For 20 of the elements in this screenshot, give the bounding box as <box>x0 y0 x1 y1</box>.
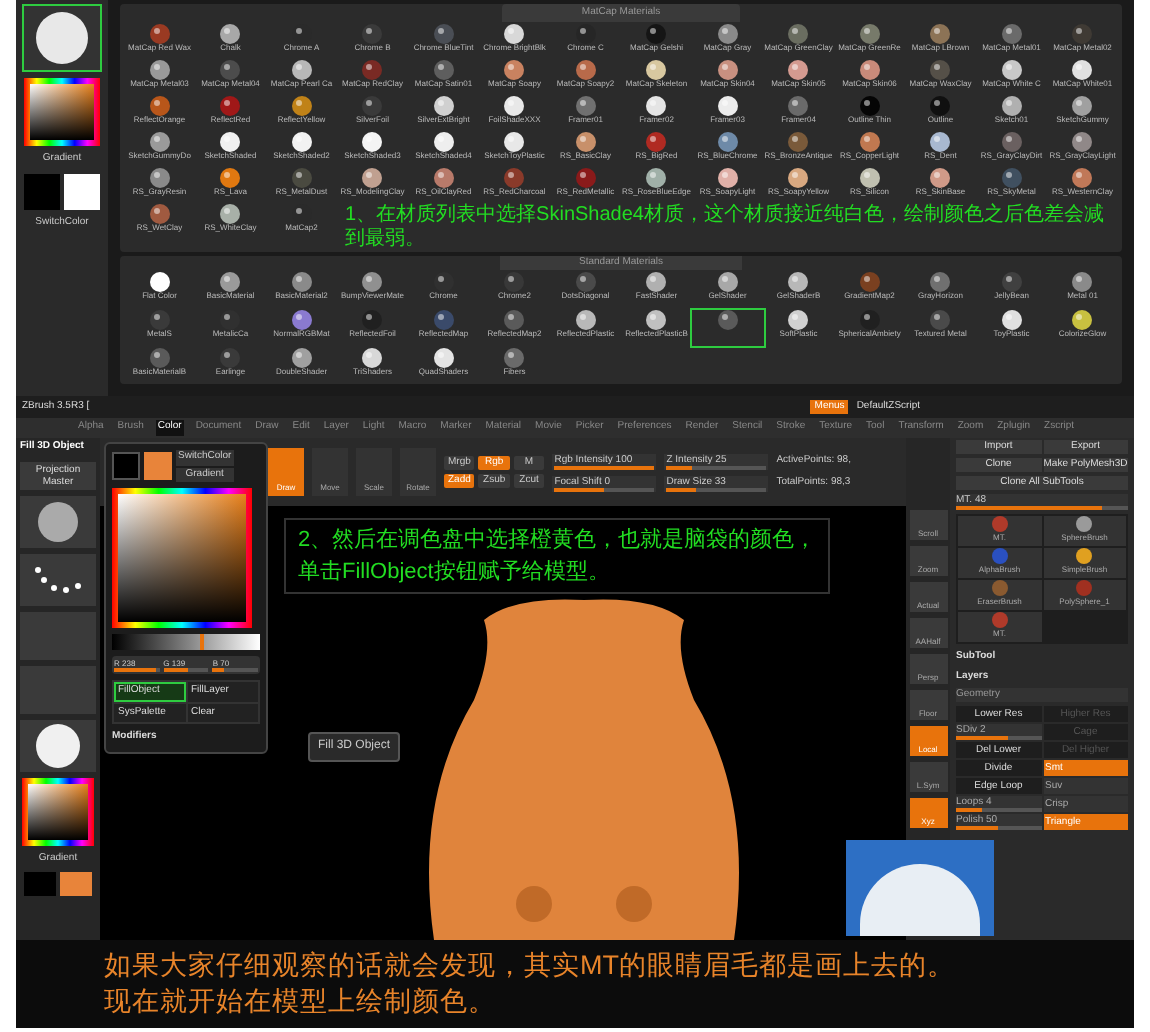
stroke-thumbnail[interactable] <box>20 553 96 605</box>
caption-text: 现在就开始在模型上绘制颜色。 <box>104 984 498 1020</box>
color-swatch[interactable] <box>112 452 140 480</box>
color-swatch[interactable] <box>24 872 56 896</box>
material-preview[interactable] <box>22 4 102 72</box>
color-swatch[interactable] <box>64 173 100 209</box>
material-thumbnail[interactable] <box>20 719 96 771</box>
color-picker[interactable] <box>24 78 100 146</box>
annotation-text: 1、在材质列表中选择SkinShade4材质，这个材质接近纯白色，绘制颜色之后色差会减到最弱。 <box>345 204 1106 252</box>
annotation-text: 2、然后在调色盘中选择橙黄色，也就是脑袋的颜色， <box>298 525 817 556</box>
brush-thumbnail[interactable] <box>20 495 96 547</box>
annotation-text: 单击FillObject按钮赋予给模型。 <box>298 558 612 588</box>
color-swatch[interactable] <box>60 872 92 896</box>
selected-material-tile[interactable] <box>692 310 763 346</box>
color-swatch[interactable] <box>144 452 172 480</box>
brightness-slider[interactable] <box>112 634 260 650</box>
color-swatch[interactable] <box>24 173 60 209</box>
caption-text: 如果大家仔细观察的话就会发现，其实MT的眼睛眉毛都是画上去的。 <box>104 948 957 984</box>
color-picker[interactable] <box>22 777 94 845</box>
color-picker[interactable] <box>112 488 252 628</box>
